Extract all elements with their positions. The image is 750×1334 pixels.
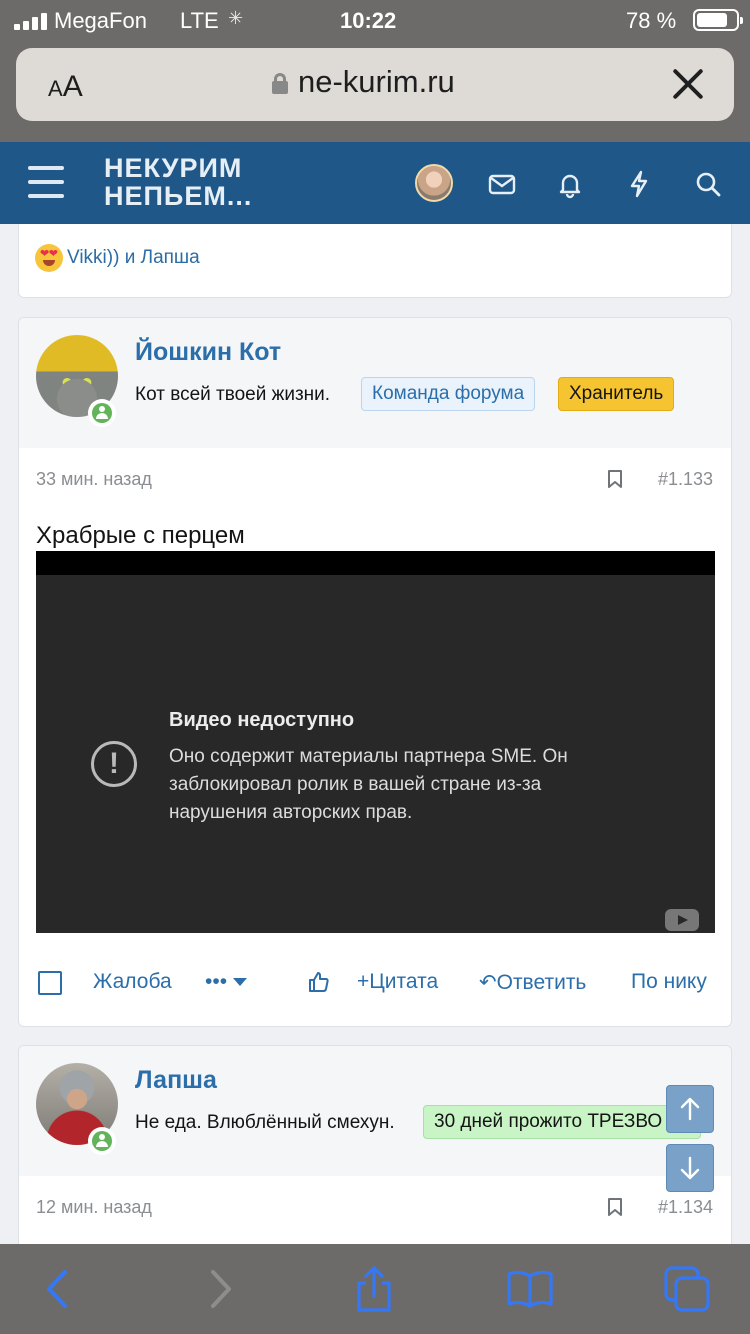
lock-icon (272, 73, 288, 94)
browser-toolbar (0, 1244, 750, 1334)
scroll-up-button[interactable] (666, 1085, 714, 1133)
lightning-icon[interactable] (623, 168, 655, 200)
post-body-text: Храбрые с перцем (36, 522, 245, 549)
bookmarks-icon[interactable] (505, 1264, 555, 1314)
activity-spinner-icon: ✳ (228, 8, 244, 28)
browser-chrome: MegaFon LTE ✳ 10:22 78 % AA ne-kurim.ru (0, 0, 750, 142)
arrow-down-icon (680, 1156, 700, 1180)
post-author-header: Лапша Не еда. Влюблённый смехун. 30 дней… (19, 1046, 731, 1176)
bookmark-icon[interactable] (607, 1197, 623, 1217)
post-card: Лапша Не еда. Влюблённый смехун. 30 дней… (18, 1045, 732, 1275)
scroll-down-button[interactable] (666, 1144, 714, 1192)
forward-icon[interactable] (195, 1264, 245, 1314)
battery-percent: 78 % (626, 8, 677, 33)
arrow-up-icon (680, 1097, 700, 1121)
more-dots: ••• (205, 970, 228, 993)
online-status-icon (88, 399, 116, 427)
reply-label: Ответить (496, 971, 587, 994)
plus-icon: + (357, 970, 370, 993)
post-actions: Жалоба ••• +Цитата ↶Ответить По нику (19, 966, 731, 1002)
url-domain[interactable]: ne-kurim.ru (298, 64, 455, 100)
online-status-icon (88, 1127, 116, 1155)
site-logo[interactable]: НЕКУРИМ НЕПЬЕМ... (104, 154, 252, 210)
badge-keeper: Хранитель (558, 377, 675, 411)
text-size-button[interactable]: AA (48, 70, 83, 104)
reactions-users[interactable]: Vikki)) и Лапша (67, 247, 200, 269)
address-bar[interactable]: AA ne-kurim.ru (16, 48, 734, 121)
post-time[interactable]: 33 мин. назад (36, 469, 152, 490)
post-number[interactable]: #1.133 (658, 469, 713, 490)
share-icon[interactable] (349, 1264, 399, 1314)
mail-icon[interactable] (486, 168, 518, 200)
tabs-icon[interactable] (662, 1264, 712, 1314)
battery-icon (693, 9, 743, 31)
report-button[interactable]: Жалоба (93, 970, 172, 994)
status-bar: MegaFon LTE ✳ 10:22 78 % (0, 0, 750, 44)
youtube-logo-icon[interactable] (665, 909, 699, 931)
post-card-previous: Vikki)) и Лапша (18, 224, 732, 298)
reply-icon: ↶ (479, 971, 497, 994)
video-error-title: Видео недоступно (169, 709, 355, 731)
like-icon[interactable] (307, 970, 331, 994)
reactions-summary[interactable]: Vikki)) и Лапша (35, 244, 200, 272)
more-menu-button[interactable]: ••• (205, 970, 248, 994)
alert-icon: ! (91, 741, 137, 787)
select-post-checkbox[interactable] (38, 971, 62, 995)
logo-line-1: НЕКУРИМ (104, 153, 243, 183)
author-username[interactable]: Йошкин Кот (135, 338, 281, 367)
quote-label: Цитата (369, 970, 439, 993)
post-card: Йошкин Кот Кот всей твоей жизни. Команда… (18, 317, 732, 1027)
user-avatar[interactable] (415, 164, 453, 202)
bookmark-icon[interactable] (607, 469, 623, 489)
author-title: Не еда. Влюблённый смехун. (135, 1112, 395, 1133)
post-number[interactable]: #1.134 (658, 1197, 713, 1218)
post-author-header: Йошкин Кот Кот всей твоей жизни. Команда… (19, 318, 731, 448)
back-icon[interactable] (33, 1264, 83, 1314)
hamburger-icon[interactable] (28, 166, 64, 198)
badge-forum-team: Команда форума (361, 377, 536, 411)
close-icon[interactable] (670, 66, 706, 102)
author-username[interactable]: Лапша (135, 1066, 217, 1095)
network-type: LTE (180, 8, 219, 33)
site-header: НЕКУРИМ НЕПЬЕМ... (0, 142, 750, 224)
logo-line-2: НЕПЬЕМ... (104, 181, 253, 211)
embedded-video[interactable]: ! Видео недоступно Оно содержит материал… (36, 551, 715, 933)
reply-button[interactable]: ↶Ответить (479, 970, 586, 995)
signal-icon (14, 12, 47, 30)
quote-button[interactable]: +Цитата (357, 970, 438, 994)
carrier-name: MegaFon (54, 8, 147, 33)
search-icon[interactable] (692, 168, 724, 200)
video-error-message: Оно содержит материалы партнера SME. Он … (169, 746, 568, 823)
clock: 10:22 (340, 8, 397, 33)
post-time[interactable]: 12 мин. назад (36, 1197, 152, 1218)
mention-by-nick-button[interactable]: По нику (631, 970, 707, 994)
chevron-down-icon (233, 978, 248, 987)
badge-sober-days: 30 дней прожито ТРЕЗВО (423, 1105, 701, 1139)
bell-icon[interactable] (554, 168, 586, 200)
author-title: Кот всей твоей жизни. (135, 384, 331, 405)
heart-eyes-emoji-icon (35, 244, 63, 272)
